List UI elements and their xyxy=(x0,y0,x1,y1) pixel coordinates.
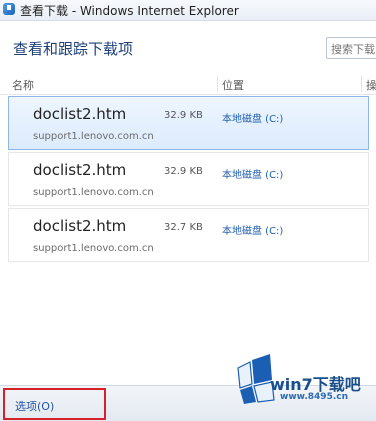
ie-download-icon xyxy=(3,3,15,15)
download-location-link[interactable]: 本地磁盘 (C:) xyxy=(222,222,283,237)
column-divider[interactable] xyxy=(361,76,362,92)
column-actions[interactable]: 操 xyxy=(366,77,376,93)
download-filename: doclist2.htm xyxy=(33,217,127,235)
download-item[interactable]: doclist2.htm 32.9 KB 本地磁盘 (C:) support1.… xyxy=(8,152,369,206)
download-item[interactable]: doclist2.htm 32.7 KB 本地磁盘 (C:) support1.… xyxy=(8,208,369,262)
column-divider[interactable] xyxy=(217,76,218,92)
options-button[interactable]: 选项(O) xyxy=(3,388,106,420)
download-location-link[interactable]: 本地磁盘 (C:) xyxy=(222,110,283,125)
title-bar: 查看下载 - Windows Internet Explorer xyxy=(0,0,376,21)
page-title: 查看和跟踪下载项 xyxy=(13,40,134,58)
download-size: 32.7 KB xyxy=(164,222,203,233)
download-source: support1.lenovo.com.cn xyxy=(33,243,154,254)
download-filename: doclist2.htm xyxy=(33,161,127,179)
download-source: support1.lenovo.com.cn xyxy=(33,131,154,142)
download-size: 32.9 KB xyxy=(164,110,203,121)
download-size: 32.9 KB xyxy=(164,166,203,177)
column-header: 名称 位置 操 xyxy=(0,74,376,95)
watermark-url: www.8495.cn xyxy=(280,392,348,402)
options-label: 选项(O) xyxy=(15,400,55,413)
column-location[interactable]: 位置 xyxy=(222,77,244,93)
download-item[interactable]: doclist2.htm 32.9 KB 本地磁盘 (C:) support1.… xyxy=(8,96,369,150)
download-location-link[interactable]: 本地磁盘 (C:) xyxy=(222,166,283,181)
download-filename: doclist2.htm xyxy=(33,105,127,123)
search-input[interactable] xyxy=(327,39,376,60)
window-title: 查看下载 - Windows Internet Explorer xyxy=(20,4,239,18)
search-box[interactable] xyxy=(326,37,376,60)
column-name[interactable]: 名称 xyxy=(12,77,34,93)
download-manager-window: 查看下载 - Windows Internet Explorer 查看和跟踪下载… xyxy=(0,0,376,421)
header: 查看和跟踪下载项 xyxy=(0,21,376,71)
download-source: support1.lenovo.com.cn xyxy=(33,187,154,198)
watermark: win7下载吧 www.8495.cn xyxy=(230,352,376,412)
